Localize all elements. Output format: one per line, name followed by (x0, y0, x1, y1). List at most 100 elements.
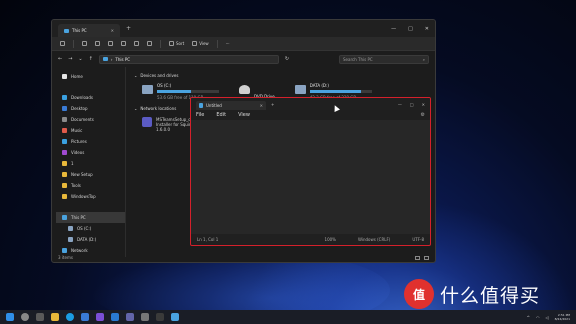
section-title: Devices and drives (140, 73, 179, 78)
sidebar-item-os-drive[interactable]: OS (C:) (62, 223, 125, 234)
maximize-button[interactable]: □ (408, 26, 413, 32)
notepad-window[interactable]: Untitled ✕ + — □ ✕ File Edit View ⚙ Ln 1… (190, 97, 431, 246)
navigation-pane: Home Downloads Desktop Documents Music P… (52, 67, 126, 257)
notepad-menubar: File Edit View ⚙ (191, 110, 430, 120)
new-icon (60, 41, 65, 46)
chevron-down-icon[interactable]: ⌄ (78, 56, 82, 62)
sidebar-item-windowstop[interactable]: WindowsTop (62, 191, 125, 202)
chevron-up-icon[interactable]: ^ (527, 315, 530, 320)
store-icon[interactable] (81, 313, 89, 321)
sidebar-item-home[interactable]: Home (62, 71, 125, 82)
copy-button[interactable] (95, 41, 100, 46)
address-bar[interactable]: › This PC (98, 54, 279, 64)
system-clock[interactable]: 2:51 PM 8/24/2021 (555, 313, 570, 321)
back-arrow-icon[interactable]: ← (58, 56, 62, 62)
terminal-icon[interactable] (156, 313, 164, 321)
settings-icon[interactable] (141, 313, 149, 321)
cut-button[interactable] (82, 41, 87, 46)
tab-close-icon[interactable]: ✕ (260, 103, 263, 108)
sidebar-item-videos[interactable]: Videos (62, 147, 125, 158)
new-button[interactable] (60, 41, 65, 46)
address-text: This PC (115, 56, 131, 62)
notepad-icon[interactable] (171, 313, 179, 321)
volume-icon[interactable]: ◁ (546, 315, 549, 320)
settings-gear-icon[interactable]: ⚙ (421, 112, 425, 118)
explorer-status-bar: 3 items (52, 253, 435, 262)
notepad-titlebar[interactable]: Untitled ✕ + — □ ✕ (191, 98, 430, 110)
section-devices-and-drives[interactable]: ⌄ Devices and drives (134, 71, 427, 80)
notepad-tab[interactable]: Untitled ✕ (196, 101, 266, 110)
start-windows-icon[interactable] (6, 313, 14, 321)
menu-view[interactable]: View (238, 112, 250, 118)
rename-button[interactable] (121, 41, 126, 46)
sidebar-item-folder-1[interactable]: 1 (62, 158, 125, 169)
delete-button[interactable] (147, 41, 152, 46)
item-count: 3 items (58, 255, 73, 260)
new-tab-icon[interactable]: + (271, 102, 274, 107)
sidebar-item-downloads[interactable]: Downloads (62, 92, 125, 103)
vscode-icon[interactable] (111, 313, 119, 321)
close-button[interactable]: ✕ (425, 26, 429, 32)
divider (216, 39, 218, 48)
notepad-tab-title: Untitled (206, 103, 222, 108)
edge-icon[interactable] (66, 313, 74, 321)
minimize-button[interactable]: — (398, 102, 402, 107)
tiles-view-icon[interactable] (424, 255, 429, 260)
sidebar-item-desktop[interactable]: Desktop (62, 103, 125, 114)
zoom-level: 100% (324, 236, 336, 242)
forward-arrow-icon[interactable]: → (68, 56, 72, 62)
explorer-titlebar[interactable]: This PC ✕ + — □ ✕ (52, 20, 435, 37)
drive-icon (68, 237, 73, 242)
notepad-text-area[interactable] (191, 120, 430, 234)
wifi-icon[interactable]: ◠ (536, 315, 540, 320)
search-icon: ⌕ (422, 56, 425, 62)
teams-icon[interactable] (126, 313, 134, 321)
share-button[interactable] (134, 41, 139, 46)
sidebar-item-data-drive[interactable]: DATA (D:) (62, 234, 125, 245)
smzdm-logo: 值 (404, 279, 434, 309)
maximize-button[interactable]: □ (410, 102, 414, 107)
chevron-right-icon: › (110, 56, 113, 62)
sidebar-item-tools[interactable]: Tools (62, 180, 125, 191)
cursor-position: Ln 1, Col 1 (197, 236, 219, 242)
visual-studio-icon[interactable] (96, 313, 104, 321)
cut-icon (82, 41, 87, 46)
command-bar: Sort View ··· (52, 37, 435, 51)
paste-button[interactable] (108, 41, 113, 46)
file-explorer-icon[interactable] (51, 313, 59, 321)
close-button[interactable]: ✕ (422, 102, 425, 107)
refresh-icon[interactable]: ↻ (285, 56, 289, 62)
delete-icon (147, 41, 152, 46)
videos-icon (62, 150, 67, 155)
view-label: View (199, 41, 209, 46)
sort-button[interactable]: Sort (169, 41, 184, 46)
new-tab-icon[interactable]: + (126, 25, 131, 32)
sidebar-item-label: Tools (71, 183, 81, 188)
menu-edit[interactable]: Edit (216, 112, 226, 118)
up-arrow-icon[interactable]: ↑ (89, 56, 93, 62)
search-input[interactable]: Search This PC ⌕ (339, 54, 429, 64)
taskbar: ^ ◠ ◁ 2:51 PM 8/24/2021 (0, 310, 576, 324)
more-button[interactable]: ··· (226, 41, 230, 46)
search-icon[interactable] (21, 313, 29, 321)
view-button[interactable]: View (192, 41, 209, 46)
task-view-icon[interactable] (36, 313, 44, 321)
sidebar-item-pictures[interactable]: Pictures (62, 136, 125, 147)
tab-close-icon[interactable]: ✕ (111, 28, 114, 33)
sidebar-item-new-setup[interactable]: New Setup (62, 169, 125, 180)
sidebar-item-label: This PC (71, 215, 86, 220)
sidebar-item-music[interactable]: Music (62, 125, 125, 136)
sidebar-item-this-pc[interactable]: This PC (56, 212, 125, 223)
explorer-tab[interactable]: This PC ✕ (58, 24, 120, 37)
address-bar-row: ← → ⌄ ↑ › This PC ↻ Search This PC ⌕ (52, 51, 435, 67)
drive-usage-fill (157, 90, 192, 93)
chevron-down-icon: ⌄ (134, 73, 138, 78)
sidebar-item-documents[interactable]: Documents (62, 114, 125, 125)
drive-name: DATA (D:) (309, 83, 329, 88)
menu-file[interactable]: File (196, 112, 204, 118)
pictures-icon (62, 139, 67, 144)
minimize-button[interactable]: — (391, 26, 396, 32)
details-view-icon[interactable] (415, 255, 420, 260)
